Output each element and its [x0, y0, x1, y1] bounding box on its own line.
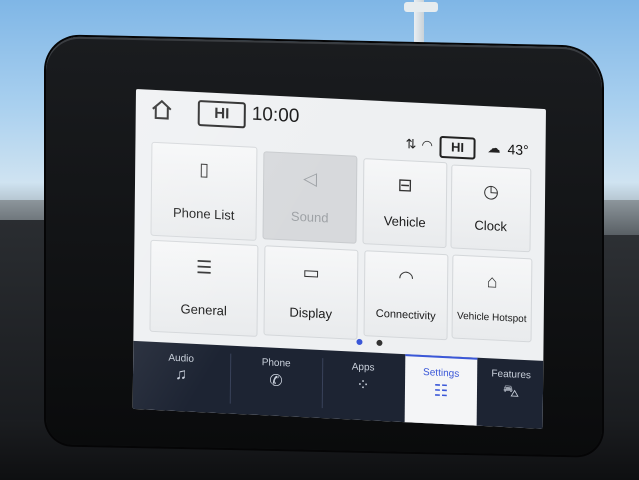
light-pole-lamp — [404, 2, 438, 12]
speaker-icon: ◁ — [303, 168, 318, 189]
page-dot[interactable] — [376, 339, 383, 347]
home-icon[interactable] — [150, 98, 174, 121]
tile-label: General — [180, 301, 227, 319]
outside-temperature: 43° — [507, 141, 529, 159]
nav-apps[interactable]: Apps ⁘ — [323, 350, 404, 422]
tile-label: Sound — [290, 208, 329, 226]
tile-vehicle[interactable]: ⊟ Vehicle — [362, 158, 448, 249]
wifi-icon: ◠ — [398, 266, 415, 288]
nav-features[interactable]: Features ⛍ — [479, 358, 544, 429]
clock-icon: ◷ — [483, 180, 500, 202]
page-indicator — [351, 332, 388, 352]
nav-settings[interactable]: Settings ☷ — [404, 354, 478, 428]
nav-phone[interactable]: Phone ✆ — [231, 346, 322, 418]
page-dot-active[interactable] — [356, 338, 363, 346]
car-icon: ⛍ — [502, 382, 520, 401]
tile-vehicle-hotspot[interactable]: ⌂ Vehicle Hotspot — [451, 254, 533, 343]
hvac-left-button[interactable]: HI — [197, 100, 246, 129]
nav-label: Settings — [423, 367, 460, 380]
music-note-icon: ♫ — [174, 365, 188, 384]
display-icon: ▭ — [302, 262, 320, 283]
settings-sliders-icon: ☷ — [433, 382, 449, 401]
wifi-status-icon: ◠ — [421, 136, 433, 153]
tile-sound: ◁ Sound — [262, 151, 358, 244]
phone-list-icon: ▯ — [199, 159, 210, 180]
tile-clock[interactable]: ◷ Clock — [450, 164, 532, 253]
data-transfer-icon: ⇅ — [405, 136, 417, 152]
tile-connectivity[interactable]: ◠ Connectivity — [363, 250, 449, 341]
tile-label: Vehicle — [383, 213, 426, 231]
nav-label: Features — [491, 368, 531, 382]
nav-audio[interactable]: Audio ♫ — [133, 341, 230, 414]
vehicle-settings-icon: ⊟ — [397, 174, 413, 196]
tile-label: Connectivity — [375, 307, 436, 323]
tile-phone-list[interactable]: ▯ Phone List — [150, 141, 258, 241]
weather-icon: ☁ — [487, 140, 501, 156]
apps-grid-icon: ⁘ — [356, 376, 370, 395]
tile-label: Phone List — [172, 204, 235, 223]
tile-label: Vehicle Hotspot — [456, 310, 527, 326]
phone-icon: ✆ — [269, 372, 283, 391]
tile-label: Display — [289, 304, 333, 322]
clock-time: 10:00 — [251, 103, 300, 127]
tile-general[interactable]: ☰ General — [149, 239, 259, 337]
tile-label: Clock — [474, 217, 508, 235]
hvac-right-button[interactable]: HI — [439, 135, 476, 160]
infotainment-screen: HI 10:00 ⇅ ◠ HI ☁ 43° ▯ Phone List ◁ Sou… — [132, 89, 546, 429]
car-hotspot-icon: ⌂ — [486, 271, 498, 292]
tile-display[interactable]: ▭ Display — [263, 245, 359, 340]
sliders-icon: ☰ — [195, 256, 213, 278]
